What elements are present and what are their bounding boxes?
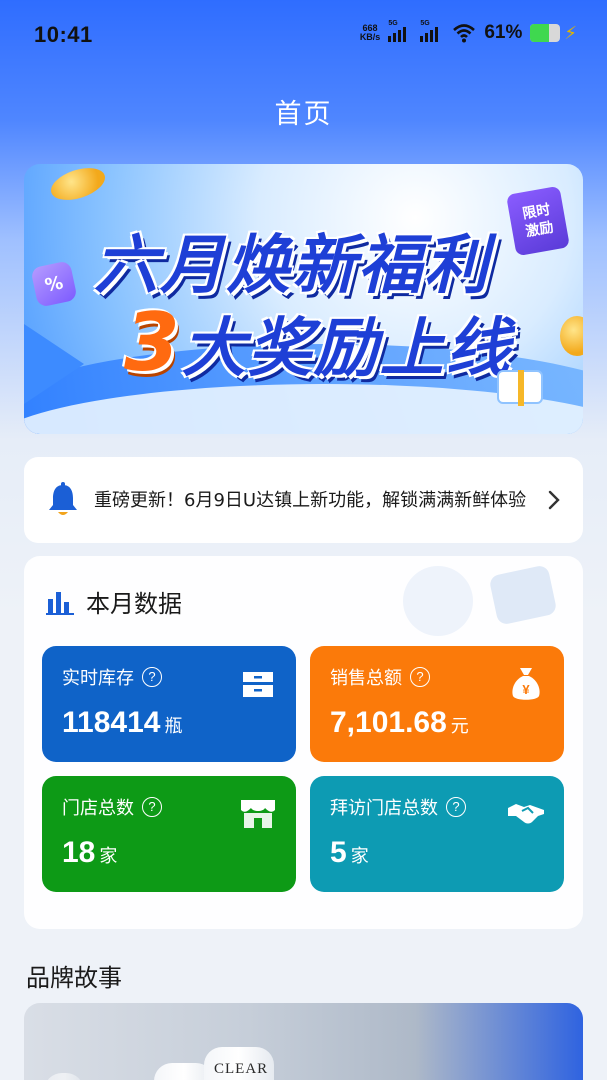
tile-unit: 家 bbox=[99, 846, 118, 867]
handshake-icon bbox=[508, 804, 544, 824]
signal-icon: 5G bbox=[420, 20, 444, 42]
tile-label: 门店总数 bbox=[62, 798, 134, 819]
brand-story-title: 品牌故事 bbox=[26, 964, 122, 992]
tile-label: 拜访门店总数 bbox=[330, 798, 438, 819]
stores-tile[interactable]: 门店总数 ? 18 家 bbox=[42, 776, 296, 892]
network-speed: 668 KB/s bbox=[359, 23, 381, 42]
charging-icon: ⚡ bbox=[564, 22, 577, 44]
tile-value: 7,101.68 bbox=[330, 706, 447, 739]
store-icon bbox=[241, 800, 275, 828]
money-bag-icon: ¥ bbox=[512, 668, 540, 700]
monthly-data-card: 本月数据 实时库存 ? 118414 瓶 销售总额 ? 7,101.68 元 ¥… bbox=[24, 556, 583, 929]
tile-label: 实时库存 bbox=[62, 668, 134, 689]
announcement-text: 重磅更新！6月9日U达镇上新功能，解锁满满新鲜体验 bbox=[94, 489, 527, 511]
limited-time-badge: 限时 激励 bbox=[506, 185, 570, 257]
brand-story-image[interactable]: CLEAR bbox=[24, 1003, 583, 1080]
tile-value: 18 bbox=[62, 836, 96, 869]
section-title: 本月数据 bbox=[86, 590, 182, 618]
triangle-decoration bbox=[24, 324, 84, 404]
coin-icon bbox=[560, 316, 583, 356]
inventory-box-icon bbox=[243, 672, 273, 697]
help-icon[interactable]: ? bbox=[142, 667, 162, 687]
status-icons: 668 KB/s 5G 5G 61% ⚡ bbox=[359, 20, 577, 44]
help-icon[interactable]: ? bbox=[410, 667, 430, 687]
tile-unit: 家 bbox=[350, 846, 369, 867]
banner-headline: 六月焕新福利 bbox=[94, 229, 490, 303]
help-icon[interactable]: ? bbox=[142, 797, 162, 817]
status-bar: 10:41 668 KB/s 5G 5G 61% ⚡ bbox=[0, 0, 607, 70]
tile-label: 销售总额 bbox=[330, 668, 402, 689]
sales-tile[interactable]: 销售总额 ? 7,101.68 元 ¥ bbox=[310, 646, 564, 762]
bar-chart-icon bbox=[46, 591, 74, 615]
chevron-right-icon bbox=[548, 490, 560, 510]
tile-value: 5 bbox=[330, 836, 347, 869]
signal-icon: 5G bbox=[388, 20, 412, 42]
inventory-tile[interactable]: 实时库存 ? 118414 瓶 bbox=[42, 646, 296, 762]
promo-banner[interactable]: % 六月焕新福利 3大奖励上线 限时 激励 bbox=[24, 164, 583, 434]
section-header: 本月数据 bbox=[46, 584, 182, 619]
battery-icon bbox=[530, 24, 561, 42]
banner-subheadline: 3大奖励上线 bbox=[124, 296, 512, 389]
announcement-bar[interactable]: 重磅更新！6月9日U达镇上新功能，解锁满满新鲜体验 bbox=[24, 457, 583, 543]
page-title: 首页 bbox=[274, 99, 333, 130]
tile-unit: 元 bbox=[450, 716, 469, 737]
wifi-icon bbox=[453, 24, 476, 43]
gift-icon bbox=[497, 370, 543, 406]
tile-unit: 瓶 bbox=[164, 716, 183, 737]
status-time: 10:41 bbox=[34, 22, 93, 47]
percent-tag-icon: % bbox=[30, 260, 78, 308]
bell-icon bbox=[49, 482, 77, 515]
tile-value: 118414 bbox=[62, 706, 161, 739]
svg-text:¥: ¥ bbox=[522, 682, 530, 697]
brand-logo: CLEAR bbox=[214, 1061, 269, 1077]
help-icon[interactable]: ? bbox=[446, 797, 466, 817]
coin-icon bbox=[47, 164, 109, 206]
visits-tile[interactable]: 拜访门店总数 ? 5 家 bbox=[310, 776, 564, 892]
battery-percentage: 61% bbox=[484, 22, 523, 43]
